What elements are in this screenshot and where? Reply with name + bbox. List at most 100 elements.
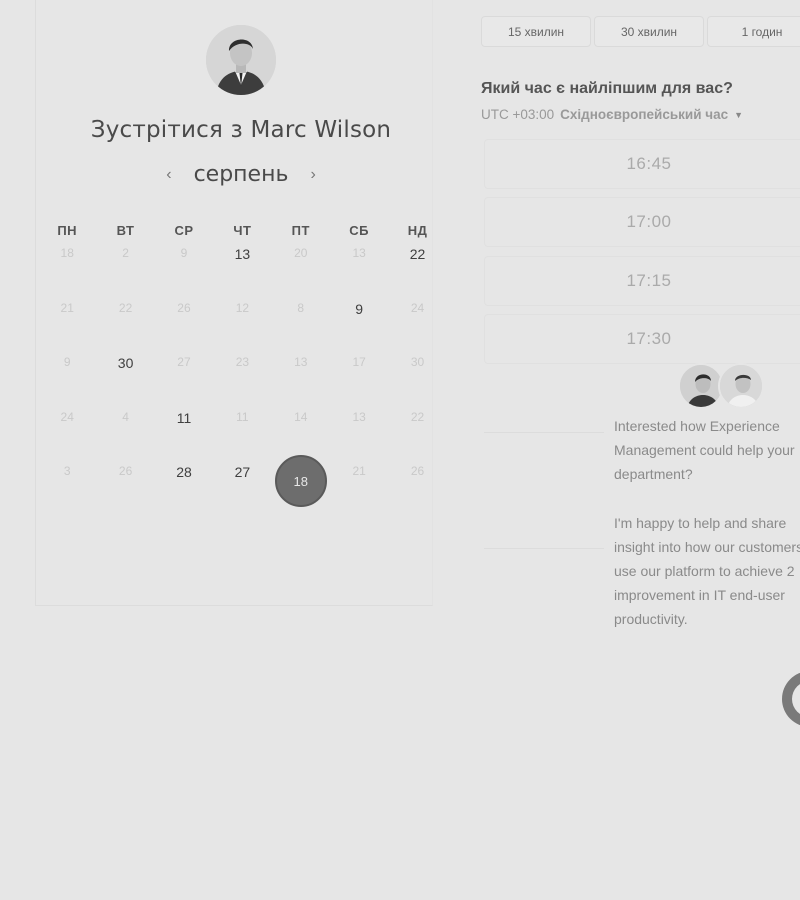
calendar-day-number: 3 [63, 464, 71, 478]
duration-15-button[interactable]: 15 хвилин [481, 16, 591, 47]
chat-launcher-icon[interactable] [782, 671, 800, 727]
timezone-offset: UTC +03:00 [481, 107, 555, 122]
calendar-day-number: 9 [63, 355, 71, 369]
month-navigation: ‹ серпень › [0, 162, 482, 187]
duration-selector: 15 хвилин 30 хвилин 1 годин [481, 16, 800, 47]
calendar-day-number: 18 [274, 455, 327, 508]
calendar-day-number: 26 [177, 300, 191, 315]
calendar-day-number: 21 [352, 464, 366, 478]
chevron-left-icon[interactable]: ‹ [162, 166, 175, 184]
calendar-day: 17 [330, 345, 388, 400]
calendar-day-number: 12 [235, 300, 250, 315]
calendar-day-number: 18 [60, 246, 74, 260]
time-question: Який час є найліпшим для вас? [481, 80, 733, 97]
meeting-title: Зустрітися з Marc Wilson [0, 117, 482, 143]
avatar [718, 363, 764, 409]
calendar-day-number: 22 [409, 246, 426, 262]
calendar-day: 27 [155, 345, 213, 400]
calendar-day-number: 28 [176, 464, 192, 480]
calendar-day: 9 [155, 236, 213, 291]
calendar-day[interactable]: 30 [96, 345, 154, 400]
chat-agent-avatars [678, 363, 768, 411]
calendar-day-number: 11 [176, 409, 192, 426]
time-slot[interactable]: 16:45 [484, 139, 800, 189]
calendar-day-number: 13 [352, 246, 366, 260]
calendar-day: 18 [38, 236, 96, 291]
calendar-day: 21 [38, 291, 96, 346]
divider [484, 548, 604, 549]
calendar-day: 24 [388, 291, 446, 346]
calendar-day: 26 [96, 454, 154, 509]
duration-60-button[interactable]: 1 годин [707, 16, 800, 47]
calendar-day: 30 [388, 345, 446, 400]
calendar-day: 13 [330, 236, 388, 291]
calendar-day: 21 [330, 454, 388, 509]
chat-message: Interested how Experience Management cou… [614, 418, 795, 482]
calendar-day-number: 21 [60, 300, 74, 315]
calendar-day: 3 [38, 454, 96, 509]
timezone-selector[interactable]: UTC +03:00 Східноєвропейський час ▼ [481, 107, 743, 122]
calendar-day[interactable]: 27 [213, 454, 271, 509]
calendar-day-number: 13 [234, 246, 251, 262]
calendar-day: 9 [38, 345, 96, 400]
calendar-day[interactable]: 9 [330, 291, 388, 346]
calendar-day: 12 [213, 291, 271, 346]
timezone-name: Східноєвропейський час [560, 107, 729, 122]
host-avatar [206, 25, 276, 95]
chevron-right-icon[interactable]: › [306, 166, 319, 184]
calendar-week: 9 30 27 23 13 17 30 [38, 345, 447, 400]
calendar-day: 20 [272, 236, 330, 291]
calendar-week: 18 2 9 13 20 13 22 [38, 236, 447, 291]
calendar-day-number: 23 [235, 355, 250, 369]
calendar-day: 22 [388, 400, 446, 455]
calendar-day-number: 14 [294, 409, 308, 424]
calendar-day: 22 [96, 291, 154, 346]
time-slot[interactable]: 17:15 [484, 256, 800, 306]
calendar-day[interactable]: 11 [155, 400, 213, 455]
calendar-day: 14 [272, 400, 330, 455]
calendar-day-number: 20 [294, 246, 308, 260]
calendar-day-number: 2 [122, 246, 129, 260]
calendar-day[interactable]: 22 [388, 236, 446, 291]
time-slot[interactable]: 17:30 [484, 314, 800, 364]
calendar-day-number: 4 [122, 409, 129, 424]
calendar-day-number: 24 [410, 300, 425, 315]
calendar-day[interactable]: 13 [213, 236, 271, 291]
calendar-day-number: 24 [60, 409, 74, 424]
caret-down-icon: ▼ [734, 109, 744, 120]
host-name: Marc Wilson [250, 117, 392, 143]
calendar-day: 4 [96, 400, 154, 455]
calendar-day-number: 30 [410, 355, 425, 369]
calendar-day: 24 [38, 400, 96, 455]
calendar-day-number: 27 [177, 355, 191, 369]
meeting-title-prefix: Зустрітися з [90, 117, 243, 143]
calendar-day-number: 26 [118, 464, 133, 478]
calendar-week: 24 4 11 11 14 13 22 [38, 400, 447, 455]
calendar-day-number: 30 [117, 355, 134, 371]
divider [484, 432, 604, 433]
calendar-day-selected[interactable]: 18 [272, 454, 330, 509]
calendar-day: 13 [330, 400, 388, 455]
calendar-day[interactable]: 28 [155, 454, 213, 509]
duration-30-button[interactable]: 30 хвилин [594, 16, 704, 47]
calendar-day-number: 9 [180, 246, 188, 260]
calendar-day-number: 9 [355, 300, 364, 317]
calendar-day-number: 11 [236, 409, 249, 424]
calendar-day: 2 [96, 236, 154, 291]
chat-message: I'm happy to help and share insight into… [614, 515, 800, 627]
calendar-week: 3 26 28 27 18 21 26 [38, 454, 447, 509]
calendar-day-number: 27 [234, 464, 251, 480]
month-label: серпень [193, 162, 289, 187]
calendar-day-number: 22 [118, 300, 133, 315]
calendar-day: 26 [388, 454, 446, 509]
calendar-day: 13 [272, 345, 330, 400]
calendar-day-number: 26 [410, 464, 425, 478]
calendar-day: 8 [272, 291, 330, 346]
calendar-day-number: 22 [410, 409, 425, 424]
calendar-day: 23 [213, 345, 271, 400]
calendar-day: 11 [213, 400, 271, 455]
calendar-day-number: 17 [352, 355, 366, 369]
calendar-day-number: 8 [297, 300, 305, 315]
calendar-week: 21 22 26 12 8 9 24 [38, 291, 447, 346]
time-slot[interactable]: 17:00 [484, 197, 800, 247]
